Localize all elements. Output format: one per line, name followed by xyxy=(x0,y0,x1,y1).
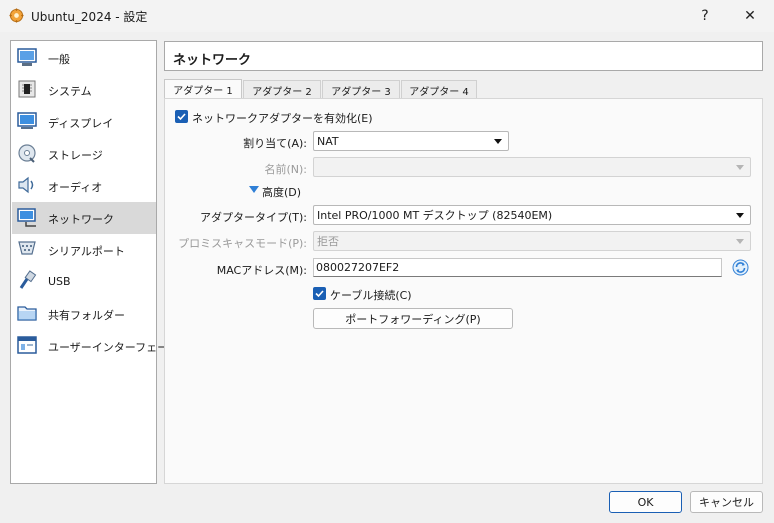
sidebar-item-shared-folders[interactable]: 共有フォルダー xyxy=(12,298,156,330)
expand-triangle-icon[interactable] xyxy=(249,186,259,193)
advanced-toggle[interactable]: 高度(D) xyxy=(262,184,301,200)
attached-to-label: 割り当て(A): xyxy=(243,137,307,150)
promisc-mode-value: 拒否 xyxy=(317,235,339,248)
cable-connected-label: ケーブル接続(C) xyxy=(330,289,412,302)
sidebar-item-network[interactable]: ネットワーク xyxy=(12,202,156,234)
sidebar-item-usb[interactable]: USB xyxy=(12,266,156,298)
cable-connected-checkbox[interactable] xyxy=(313,287,326,300)
sidebar-item-label: ストレージ xyxy=(48,149,103,162)
promisc-mode-label: プロミスキャスモード(P): xyxy=(178,237,307,250)
adapter-type-value: Intel PRO/1000 MT デスクトップ (82540EM) xyxy=(317,209,553,222)
settings-sidebar: 一般 システム ディスプレイ ストレージ オーディオ ネットワーク シリアルポー… xyxy=(10,40,179,484)
sidebar-item-label: 共有フォルダー xyxy=(48,309,125,322)
adapter-type-select[interactable]: Intel PRO/1000 MT デスクトップ (82540EM) xyxy=(313,205,751,225)
sidebar-item-label: システム xyxy=(48,85,92,98)
sidebar-item-label: ネットワーク xyxy=(48,213,114,226)
sidebar-item-label: USB xyxy=(48,275,71,288)
mac-address-value: 080027207EF2 xyxy=(316,261,400,274)
help-button[interactable]: ? xyxy=(685,0,725,32)
checkmark-icon xyxy=(315,290,324,298)
enable-adapter-label: ネットワークアダプターを有効化(E) xyxy=(192,112,373,125)
general-icon xyxy=(17,48,37,66)
checkmark-icon xyxy=(177,113,186,121)
page-title-box: ネットワーク xyxy=(164,41,763,71)
storage-disk-icon xyxy=(18,144,36,163)
network-icon xyxy=(17,208,36,227)
close-button[interactable]: ✕ xyxy=(730,0,770,32)
name-label: 名前(N): xyxy=(264,163,307,176)
attached-to-select[interactable]: NAT xyxy=(313,131,509,151)
sidebar-item-label: ユーザーインターフェース xyxy=(48,341,179,354)
promisc-mode-select[interactable]: 拒否 xyxy=(313,231,751,251)
sidebar-item-display[interactable]: ディスプレイ xyxy=(12,106,156,138)
title-bar: Ubuntu_2024 - 設定 ? ✕ xyxy=(0,0,774,32)
speaker-icon xyxy=(18,176,34,194)
virtualbox-app-icon xyxy=(9,8,24,23)
tab-adapter-4[interactable]: アダプター 4 xyxy=(401,80,477,99)
ui-window-icon xyxy=(17,336,37,354)
sidebar-item-system[interactable]: システム xyxy=(12,74,156,106)
sidebar-item-serial-port[interactable]: シリアルポート xyxy=(12,234,156,266)
chevron-down-icon xyxy=(736,165,744,170)
system-chip-icon xyxy=(18,80,36,98)
mac-address-label: MACアドレス(M): xyxy=(216,264,307,277)
port-forwarding-button[interactable]: ポートフォワーディング(P) xyxy=(313,308,513,329)
chevron-down-icon xyxy=(736,239,744,244)
usb-icon xyxy=(19,270,37,289)
sidebar-item-storage[interactable]: ストレージ xyxy=(12,138,156,170)
sidebar-item-label: 一般 xyxy=(48,53,70,66)
tab-adapter-1[interactable]: アダプター 1 xyxy=(164,79,242,99)
enable-adapter-checkbox[interactable] xyxy=(175,110,188,123)
sidebar-item-general[interactable]: 一般 xyxy=(12,42,156,74)
attached-to-value: NAT xyxy=(317,134,339,148)
monitor-icon xyxy=(17,112,37,129)
page-title: ネットワーク xyxy=(173,53,252,68)
tab-adapter-2[interactable]: アダプター 2 xyxy=(243,80,321,99)
refresh-mac-icon[interactable] xyxy=(732,259,749,276)
ok-button[interactable]: OK xyxy=(609,491,682,513)
name-select[interactable] xyxy=(313,157,751,177)
tab-adapter-3[interactable]: アダプター 3 xyxy=(322,80,400,99)
adapter-type-label: アダプタータイプ(T): xyxy=(199,211,307,224)
chevron-down-icon xyxy=(494,139,502,144)
sidebar-item-user-interface[interactable]: ユーザーインターフェース xyxy=(12,330,179,362)
adapter-settings-panel: ネットワークアダプターを有効化(E) 割り当て(A): NAT 名前(N): 高… xyxy=(164,98,763,484)
mac-address-field[interactable]: 080027207EF2 xyxy=(313,258,722,277)
sidebar-item-label: シリアルポート xyxy=(48,245,125,258)
window-title: Ubuntu_2024 - 設定 xyxy=(31,10,148,24)
serial-port-icon xyxy=(18,241,36,255)
folder-icon xyxy=(17,306,37,321)
cancel-button[interactable]: キャンセル xyxy=(690,491,763,513)
sidebar-item-label: オーディオ xyxy=(48,181,103,194)
chevron-down-icon xyxy=(736,213,744,218)
sidebar-item-label: ディスプレイ xyxy=(48,117,114,130)
sidebar-item-audio[interactable]: オーディオ xyxy=(12,170,156,202)
